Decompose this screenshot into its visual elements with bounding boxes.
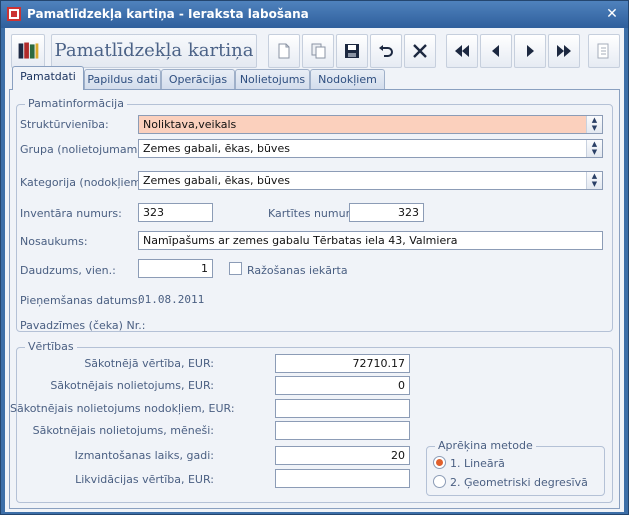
method-geometric-radio[interactable] xyxy=(433,475,446,488)
initial-depr-tax-input[interactable] xyxy=(275,399,410,418)
quantity-label: Daudzums, vien.: xyxy=(20,264,116,277)
initial-value-input[interactable]: 72710.17 xyxy=(275,354,410,373)
tab-panel: Pamatinformācija Struktūrvienība: Nolikt… xyxy=(9,89,620,509)
production-label: Ražošanas iekārta xyxy=(247,264,348,277)
method-geometric-label: 2. Ģeometriski degresīvā xyxy=(450,476,588,489)
group-value: Zemes gabali, ēkas, būves xyxy=(143,142,290,155)
delete-button[interactable] xyxy=(404,34,436,68)
save-button[interactable] xyxy=(336,34,368,68)
production-checkbox[interactable] xyxy=(229,262,242,275)
quantity-input[interactable]: 1 xyxy=(138,259,213,278)
copy-record-button[interactable] xyxy=(302,34,334,68)
invoice-label: Pavadzīmes (čeka) Nr.: xyxy=(20,319,146,332)
client-area: Pamatlīdzekļa kartiņa Pamatdati Papildus… xyxy=(5,28,624,512)
chevron-updown-icon[interactable]: ▲ ▼ xyxy=(586,140,602,157)
window-title: Pamatlīdzekļa kartiņa - Ieraksta labošan… xyxy=(27,7,309,21)
next-record-button[interactable] xyxy=(514,34,546,68)
first-record-button[interactable] xyxy=(446,34,478,68)
close-icon[interactable]: ✕ xyxy=(604,6,620,22)
group-select[interactable]: Zemes gabali, ēkas, būves ▲ ▼ xyxy=(138,139,603,158)
undo-button[interactable] xyxy=(370,34,402,68)
name-label: Nosaukums: xyxy=(20,235,88,248)
app-icon xyxy=(7,7,21,21)
tab-papildus-dati[interactable]: Papildus dati xyxy=(84,69,161,89)
category-select[interactable]: Zemes gabali, ēkas, būves ▲ ▼ xyxy=(138,171,603,190)
initial-value-label: Sākotnējā vērtība, EUR: xyxy=(84,357,214,370)
app-window: Pamatlīdzekļa kartiņa - Ieraksta labošan… xyxy=(0,0,629,515)
inventory-label: Inventāra numurs: xyxy=(20,207,122,220)
save-icon xyxy=(345,44,359,58)
name-input[interactable]: Namīpašums ar zemes gabalu Tērbatas iela… xyxy=(138,231,603,250)
last-record-button[interactable] xyxy=(548,34,580,68)
values-legend: Vērtības xyxy=(25,340,77,353)
chevron-updown-icon[interactable]: ▲ ▼ xyxy=(586,116,602,133)
tab-operacijas[interactable]: Operācijas xyxy=(161,69,235,89)
previous-icon xyxy=(492,45,499,57)
liquidation-label: Likvidācijas vērtība, EUR: xyxy=(75,473,214,486)
liquidation-input[interactable] xyxy=(275,469,410,488)
tab-pamatdati[interactable]: Pamatdati xyxy=(12,66,84,90)
lifetime-label: Izmantošanas laiks, gadi: xyxy=(74,449,214,462)
struct-select[interactable]: Noliktava,veikals ▲ ▼ xyxy=(138,115,603,134)
initial-depr-input[interactable]: 0 xyxy=(275,376,410,395)
new-document-icon xyxy=(278,43,290,59)
title-bar[interactable]: Pamatlīdzekļa kartiņa - Ieraksta labošan… xyxy=(1,1,628,28)
category-label: Kategorija (nodokļiem): xyxy=(20,176,150,189)
struct-value: Noliktava,veikals xyxy=(143,118,237,131)
lifetime-input[interactable]: 20 xyxy=(275,446,410,465)
last-icon xyxy=(557,45,571,57)
inventory-input[interactable]: 323 xyxy=(138,203,213,222)
method-linear-label: 1. Lineārā xyxy=(450,457,505,470)
initial-depr-label: Sākotnējais nolietojums, EUR: xyxy=(50,379,214,392)
method-linear-radio[interactable] xyxy=(433,456,446,469)
initial-depr-tax-label: Sākotnējais nolietojums nodokļiem, EUR: xyxy=(10,402,235,415)
struct-label: Struktūrvienība: xyxy=(20,118,109,131)
card-number-input[interactable]: 323 xyxy=(349,203,424,222)
list-button[interactable] xyxy=(588,34,620,68)
toolbar-title: Pamatlīdzekļa kartiņa xyxy=(51,34,257,68)
initial-depr-months-label: Sākotnējais nolietojums, mēneši: xyxy=(32,424,214,437)
next-icon xyxy=(527,45,534,57)
initial-depr-months-input[interactable] xyxy=(275,421,410,440)
accept-date-value: 01.08.2011 xyxy=(138,293,205,306)
group-label: Grupa (nolietojumam): xyxy=(20,143,146,156)
undo-icon xyxy=(379,45,393,57)
previous-record-button[interactable] xyxy=(480,34,512,68)
tab-nodokliem[interactable]: Nodokļiem xyxy=(310,69,385,89)
close-x-icon xyxy=(413,44,427,58)
tab-nolietojums[interactable]: Nolietojums xyxy=(235,69,310,89)
new-record-button[interactable] xyxy=(268,34,300,68)
chevron-updown-icon[interactable]: ▲ ▼ xyxy=(586,172,602,189)
card-number-label: Kartītes numurs: xyxy=(268,207,360,220)
copy-document-icon xyxy=(311,43,326,59)
accept-date-label: Pieņemšanas datums: xyxy=(20,294,142,307)
method-legend: Aprēķina metode xyxy=(435,439,536,452)
main-info-legend: Pamatinformācija xyxy=(25,97,127,110)
category-value: Zemes gabali, ēkas, būves xyxy=(143,174,290,187)
list-icon xyxy=(597,43,609,59)
books-icon xyxy=(11,34,45,68)
first-icon xyxy=(455,45,469,57)
